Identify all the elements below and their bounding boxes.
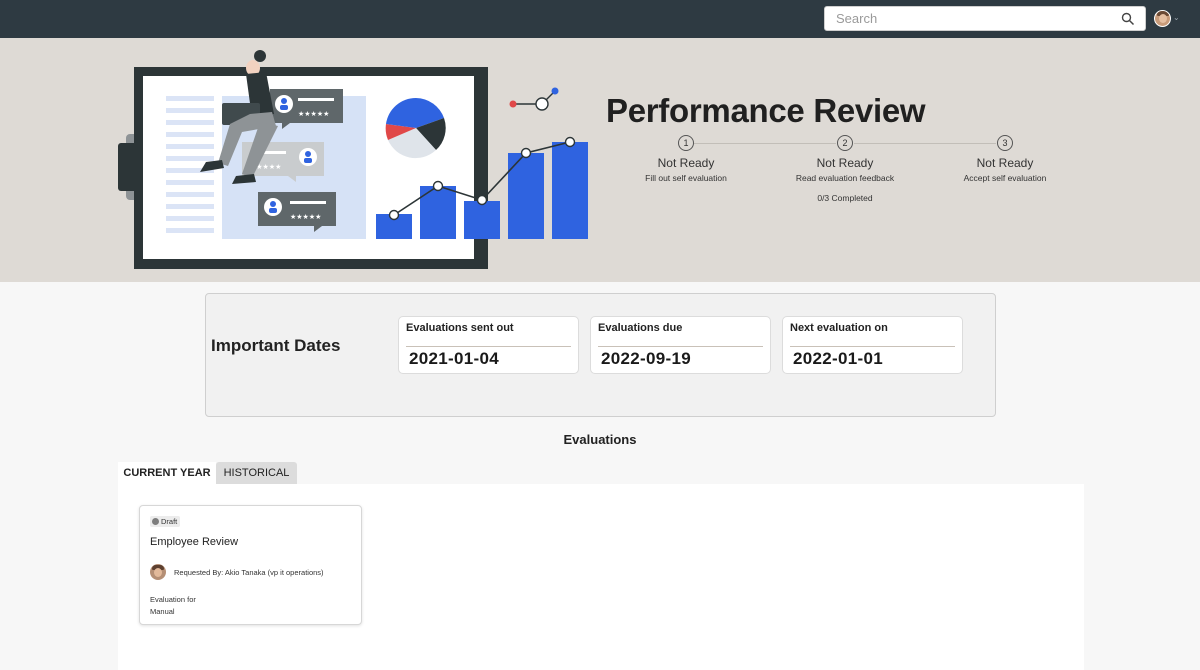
- evaluation-title: Employee Review: [150, 536, 239, 548]
- date-card-sent-out: Evaluations sent out 2021-01-04: [398, 316, 579, 374]
- status-label: Draft: [161, 517, 178, 526]
- evaluation-for-label: Evaluation for: [150, 595, 196, 604]
- evaluation-for-value: Manual: [150, 607, 175, 616]
- date-card-next: Next evaluation on 2022-01-01: [782, 316, 963, 374]
- step-number: 2: [837, 135, 853, 151]
- step-2: 2 Not Ready Read evaluation feedback 0/3…: [755, 135, 935, 203]
- step-description: Read evaluation feedback: [795, 173, 895, 183]
- tab-historical[interactable]: HISTORICAL: [216, 462, 297, 484]
- user-avatar[interactable]: [1154, 10, 1171, 27]
- step-status: Not Ready: [976, 156, 1034, 170]
- date-card-due: Evaluations due 2022-09-19: [590, 316, 771, 374]
- date-card-label: Next evaluation on: [790, 322, 888, 334]
- important-dates-section: Important Dates Evaluations sent out 202…: [205, 293, 996, 417]
- date-card-label: Evaluations due: [598, 322, 683, 334]
- step-3: 3 Not Ready Accept self evaluation: [915, 135, 1095, 183]
- chevron-down-icon[interactable]: ⌄: [1173, 13, 1180, 22]
- step-status: Not Ready: [816, 156, 874, 170]
- divider: [790, 346, 955, 347]
- step-progress: 0/3 Completed: [817, 193, 873, 203]
- status-badge: Draft: [150, 516, 181, 527]
- search-box[interactable]: [824, 6, 1146, 31]
- search-icon[interactable]: [1121, 12, 1135, 26]
- svg-text:★★★★★: ★★★★★: [290, 213, 321, 221]
- step-status: Not Ready: [657, 156, 715, 170]
- divider: [406, 346, 571, 347]
- search-input[interactable]: [825, 7, 1115, 30]
- presentation-illustration: ★★★★★ ★★★★★ ★★★★★: [118, 50, 588, 269]
- svg-text:★★★★★: ★★★★★: [298, 110, 329, 118]
- requester-avatar: [150, 564, 166, 580]
- requested-by: Requested By: Akio Tanaka (vp it operati…: [174, 568, 324, 577]
- tab-current-year[interactable]: CURRENT YEAR: [118, 462, 216, 484]
- date-card-value: 2021-01-04: [409, 349, 499, 368]
- divider: [598, 346, 763, 347]
- date-card-value: 2022-01-01: [793, 349, 883, 368]
- step-number: 1: [678, 135, 694, 151]
- date-card-label: Evaluations sent out: [406, 322, 514, 334]
- step-description: Accept self evaluation: [963, 173, 1047, 183]
- evaluations-heading: Evaluations: [563, 432, 637, 447]
- evaluation-card[interactable]: Draft Employee Review Requested By: Akio…: [139, 505, 362, 625]
- draft-status-icon: [152, 518, 159, 525]
- step-number: 3: [997, 135, 1013, 151]
- date-card-value: 2022-09-19: [601, 349, 691, 368]
- step-1: 1 Not Ready Fill out self evaluation: [596, 135, 776, 183]
- important-dates-label: Important Dates: [211, 336, 341, 355]
- step-description: Fill out self evaluation: [645, 173, 727, 183]
- page-title: Performance Review: [606, 92, 926, 129]
- top-navigation-bar: ⌄: [0, 0, 1200, 38]
- hero-banner: ★★★★★ ★★★★★ ★★★★★ Performance Review 1 N…: [0, 38, 1200, 282]
